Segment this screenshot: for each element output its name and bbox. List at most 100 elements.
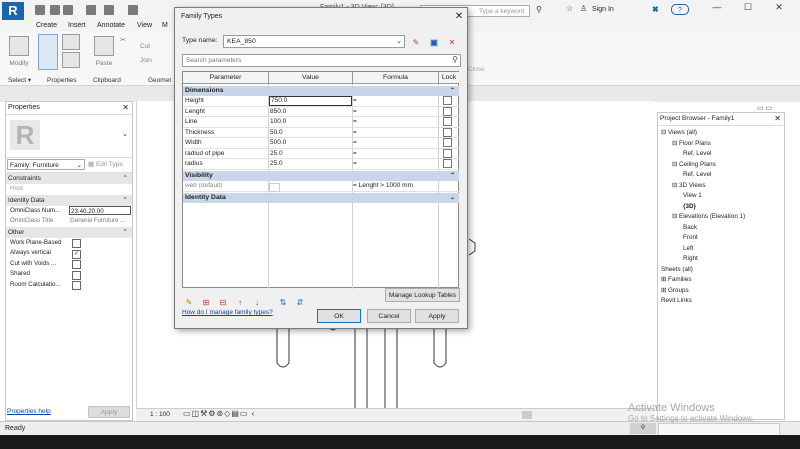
section-identity-data[interactable]: Identity Data ⌄	[183, 193, 459, 203]
tab-insert[interactable]: Insert	[68, 20, 86, 31]
join-button[interactable]: Join	[140, 57, 152, 64]
browser-item[interactable]: {3D}	[683, 203, 696, 210]
parameter-row[interactable]: Thickness 50.0 =	[183, 127, 459, 139]
browser-item[interactable]: View 1	[683, 192, 702, 199]
search-parameters-input[interactable]: Search parameters ⚲	[182, 54, 461, 67]
type-selector[interactable]: R ⌄	[6, 115, 132, 157]
tab-annotate[interactable]: Annotate	[97, 20, 125, 31]
browser-item[interactable]: ⊟ 3D Views	[672, 182, 706, 189]
properties-apply-button[interactable]: Apply	[88, 406, 130, 418]
property-checkbox[interactable]	[72, 270, 81, 280]
parameter-formula[interactable]: =	[353, 138, 357, 149]
browser-item[interactable]: Left	[683, 245, 694, 252]
tab-view[interactable]: View	[137, 20, 152, 31]
properties-toggle-button[interactable]	[38, 34, 58, 70]
measure-icon[interactable]	[128, 5, 138, 15]
tab-manage[interactable]: M	[162, 20, 168, 31]
section-other[interactable]: Other ⌃	[6, 226, 132, 238]
parameter-value[interactable]: 850.0	[269, 107, 353, 117]
parameter-value[interactable]: 500.0	[269, 138, 353, 148]
property-checkbox[interactable]	[72, 239, 81, 248]
lock-checkbox[interactable]	[443, 138, 452, 147]
parameter-formula[interactable]: =	[353, 107, 357, 118]
binoculars-icon[interactable]: ⚲	[536, 5, 542, 14]
browser-item[interactable]: Sheets (all)	[661, 266, 693, 273]
section-identity-data[interactable]: Identity Data ⌃	[6, 194, 132, 206]
cut-button[interactable]: Cut	[140, 43, 150, 50]
section-dimensions[interactable]: Dimensions ⌃	[183, 86, 459, 96]
parameter-row[interactable]: Line 100.0 =	[183, 117, 459, 128]
move-up-icon[interactable]: ↑	[234, 297, 246, 309]
exchange-apps-icon[interactable]: ✖	[652, 5, 659, 14]
section-visibility[interactable]: Visibility ⌃	[183, 171, 459, 181]
parameter-formula[interactable]: =	[353, 149, 357, 160]
rename-type-icon[interactable]: ▣	[427, 35, 441, 48]
redo-icon[interactable]	[104, 5, 114, 15]
collapse-icon[interactable]: ⊟	[672, 140, 679, 147]
section-constraints[interactable]: Constraints ⌃	[6, 173, 132, 184]
browser-item[interactable]: Right	[683, 255, 698, 262]
worksets-icon[interactable]: ⚲	[630, 423, 656, 434]
property-checkbox[interactable]	[72, 281, 81, 290]
family-dropdown[interactable]: Family: Furniture ⌄	[7, 159, 85, 170]
properties-help-link[interactable]: Properties help	[7, 408, 51, 415]
property-checkbox[interactable]	[72, 260, 81, 269]
parameter-row[interactable]: radius 25.0 =	[183, 159, 459, 170]
paste-button[interactable]: Paste	[90, 34, 118, 67]
close-family-editor-label[interactable]: Close	[468, 66, 485, 73]
column-header-formula[interactable]: Formula	[353, 72, 439, 84]
collapse-icon[interactable]: ⊟	[661, 129, 668, 136]
modify-button[interactable]: Modify	[5, 34, 33, 67]
parameter-row[interactable]: Width 500.0 =	[183, 138, 459, 149]
undo-icon[interactable]	[86, 5, 96, 15]
parameter-formula[interactable]: =	[353, 128, 357, 139]
parameter-formula[interactable]: =	[353, 159, 357, 170]
collapse-icon[interactable]: ⊟	[672, 213, 679, 220]
manage-lookup-tables-button[interactable]: Manage Lookup Tables	[385, 288, 460, 302]
maximize-button[interactable]: ☐	[733, 2, 763, 16]
lock-checkbox[interactable]	[443, 159, 452, 168]
open-icon[interactable]	[35, 5, 45, 15]
edit-parameter-icon[interactable]: ✎	[183, 297, 195, 309]
expand-icon[interactable]: ⊞	[661, 276, 668, 283]
tab-create[interactable]: Create	[36, 20, 57, 31]
new-parameter-icon[interactable]: ⊞	[200, 297, 212, 309]
parameter-row[interactable]: Height 750.0 =	[183, 96, 459, 107]
view-scale[interactable]: 1 : 100	[150, 411, 170, 418]
new-type-icon[interactable]: ✎	[409, 35, 423, 48]
browser-item[interactable]: ⊟ Views (all)	[661, 129, 697, 136]
browser-item[interactable]: Back	[683, 224, 697, 231]
parameter-value[interactable]: 750.0	[269, 96, 352, 106]
delete-type-icon[interactable]: ✕	[445, 35, 459, 48]
manage-family-types-help-link[interactable]: How do I manage family types?	[182, 309, 273, 316]
revit-app-button[interactable]: R	[2, 2, 24, 20]
column-header-parameter[interactable]: Parameter	[183, 72, 269, 84]
delete-parameter-icon[interactable]: ⊟	[217, 297, 229, 309]
browser-item[interactable]: Ref. Level	[683, 150, 711, 157]
parameter-row-visibility[interactable]: web (default) = Lenght > 1000 mm	[183, 181, 459, 192]
browser-item[interactable]: Front	[683, 234, 698, 241]
type-properties-icon[interactable]	[62, 34, 80, 50]
sort-descending-icon[interactable]: ⇵	[294, 297, 306, 309]
parameter-value[interactable]: 25.0	[269, 159, 353, 169]
parameter-row[interactable]: radiud of pipe 25.0 =	[183, 148, 459, 160]
chevron-down-icon[interactable]: ⌄	[122, 130, 128, 138]
dialog-close-button[interactable]: ✕	[452, 11, 466, 22]
close-icon[interactable]: ✕	[122, 102, 129, 114]
sync-icon[interactable]	[63, 5, 73, 15]
collapse-icon[interactable]: ⊟	[672, 182, 679, 189]
favorites-star-icon[interactable]: ☆	[566, 4, 573, 13]
close-window-button[interactable]: ✕	[764, 2, 794, 16]
lock-checkbox[interactable]	[443, 127, 452, 137]
browser-item[interactable]: ⊟ Ceiling Plans	[672, 161, 716, 168]
parameter-value[interactable]: 25.0	[269, 149, 353, 159]
browser-item[interactable]: Ref. Level	[683, 171, 711, 178]
expand-icon[interactable]: ⊞	[661, 287, 668, 294]
sort-ascending-icon[interactable]: ⇅	[277, 297, 289, 309]
apply-button[interactable]: Apply	[415, 309, 459, 323]
parameter-value[interactable]: 50.0	[269, 128, 353, 138]
parameter-row[interactable]: Lenght 850.0 =	[183, 106, 459, 118]
sign-in-button[interactable]: Sign In	[592, 6, 614, 13]
restore-view-icon[interactable]: ▭ ▭	[757, 104, 772, 112]
column-header-lock[interactable]: Lock	[439, 72, 459, 84]
